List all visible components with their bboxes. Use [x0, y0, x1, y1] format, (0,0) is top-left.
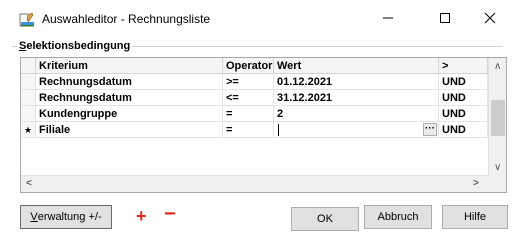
criteria-grid[interactable]: Kriterium Operator Wert > Rechnungsdatum…: [20, 57, 507, 193]
cell-wert[interactable]: 01.12.2021: [274, 74, 439, 90]
cell-operator[interactable]: <=: [223, 90, 274, 106]
scroll-right-icon[interactable]: >: [473, 178, 479, 189]
scroll-up-icon[interactable]: ∧: [494, 61, 501, 72]
group-label: Selektionsbedingung: [17, 40, 133, 52]
scrollbar-corner: [488, 175, 506, 192]
cell-kriterium[interactable]: Rechnungsdatum: [36, 90, 223, 106]
column-header-operator[interactable]: Operator: [223, 58, 274, 74]
vertical-scrollbar[interactable]: ∧ ∨: [488, 58, 506, 176]
cell-operator[interactable]: =: [223, 122, 274, 138]
verwaltung-label: erwaltung +/-: [37, 211, 102, 223]
window-title: Auswahleditor - Rechnungsliste: [42, 12, 211, 26]
cell-wert[interactable]: 31.12.2021: [274, 90, 439, 106]
maximize-icon: [440, 13, 450, 23]
table-row[interactable]: Kundengruppe = 2 UND: [21, 106, 488, 122]
close-button[interactable]: [470, 4, 510, 32]
verwaltung-button[interactable]: Verwaltung +/-: [20, 205, 112, 229]
auswahleditor-window: Auswahleditor - Rechnungsliste Selektion…: [0, 0, 513, 241]
abbruch-button[interactable]: Abbruch: [364, 205, 432, 229]
minimize-icon: [383, 17, 393, 19]
row-selector[interactable]: [21, 90, 36, 106]
cell-operator[interactable]: =: [223, 106, 274, 122]
title-bar: Auswahleditor - Rechnungsliste: [0, 0, 513, 36]
table-row-new[interactable]: ★ Filiale = ··· UND: [21, 122, 488, 138]
close-icon: [484, 12, 496, 24]
horizontal-scrollbar[interactable]: < >: [21, 175, 488, 192]
minimize-button[interactable]: [368, 4, 408, 32]
hilfe-button[interactable]: Hilfe: [442, 205, 508, 229]
cell-verknuepfung[interactable]: UND: [439, 74, 488, 90]
cell-operator[interactable]: >=: [223, 74, 274, 90]
header-row-selector: [21, 58, 36, 74]
group-label-text: elektionsbedingung: [26, 40, 131, 52]
ellipsis-button[interactable]: ···: [423, 123, 437, 136]
add-criterion-plus-icon[interactable]: +: [136, 207, 147, 225]
cell-kriterium[interactable]: Kundengruppe: [36, 106, 223, 122]
ok-button[interactable]: OK: [291, 207, 359, 231]
vertical-scroll-thumb[interactable]: [491, 100, 505, 136]
cell-verknuepfung[interactable]: UND: [439, 122, 488, 138]
grid-header: Kriterium Operator Wert >: [21, 58, 506, 74]
scroll-down-icon[interactable]: ∨: [494, 162, 501, 173]
row-selector[interactable]: [21, 74, 36, 90]
app-icon: [19, 12, 34, 27]
cell-wert-editing[interactable]: ···: [274, 122, 439, 138]
column-header-verknuepfung[interactable]: >: [439, 58, 488, 74]
new-row-star-icon[interactable]: ★: [21, 122, 36, 138]
verwaltung-accesskey: V: [30, 211, 38, 223]
table-row[interactable]: Rechnungsdatum >= 01.12.2021 UND: [21, 74, 488, 90]
table-row[interactable]: Rechnungsdatum <= 31.12.2021 UND: [21, 90, 488, 106]
column-header-kriterium[interactable]: Kriterium: [36, 58, 223, 74]
cell-kriterium[interactable]: Rechnungsdatum: [36, 74, 223, 90]
column-header-wert[interactable]: Wert: [274, 58, 439, 74]
maximize-button[interactable]: [425, 4, 465, 32]
cell-kriterium[interactable]: Filiale: [36, 122, 223, 138]
cell-verknuepfung[interactable]: UND: [439, 106, 488, 122]
cell-wert[interactable]: 2: [274, 106, 439, 122]
cell-verknuepfung[interactable]: UND: [439, 90, 488, 106]
row-selector[interactable]: [21, 106, 36, 122]
text-caret: [278, 124, 279, 136]
scroll-left-icon[interactable]: <: [26, 178, 32, 189]
remove-criterion-minus-icon[interactable]: −: [164, 204, 176, 224]
